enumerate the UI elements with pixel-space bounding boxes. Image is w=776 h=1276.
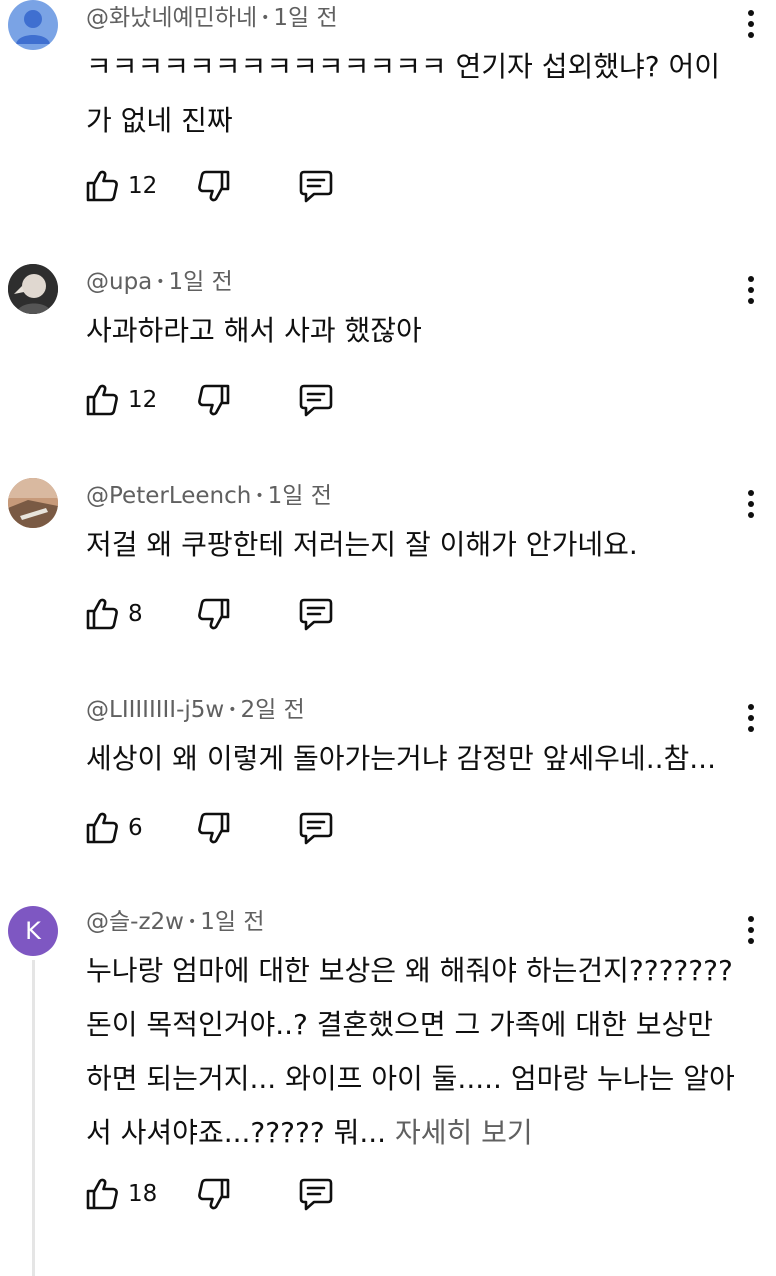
comment-text: 저걸 왜 쿠팡한테 저러는지 잘 이해가 안가네요. xyxy=(86,528,638,561)
read-more-link[interactable]: 자세히 보기 xyxy=(395,1116,533,1149)
like-button[interactable]: 12 xyxy=(84,168,158,204)
reply-icon xyxy=(298,382,334,418)
thumbs-down-icon xyxy=(196,810,232,846)
dislike-button[interactable] xyxy=(196,168,232,204)
comment-meta: @upa • 1일 전 xyxy=(86,267,233,300)
more-options-button[interactable] xyxy=(738,484,764,524)
comment-actions: 8 xyxy=(84,594,334,634)
comment-actions: 6 xyxy=(84,808,334,848)
like-button[interactable]: 6 xyxy=(84,810,158,846)
more-vert-icon xyxy=(748,276,754,282)
more-vert-icon xyxy=(748,10,754,16)
comment-actions: 12 xyxy=(84,380,334,420)
reply-icon xyxy=(298,168,334,204)
more-vert-icon xyxy=(748,704,754,710)
like-button[interactable]: 12 xyxy=(84,382,158,418)
comment-meta: @화났네예민하네 • 1일 전 xyxy=(86,3,338,36)
reply-icon xyxy=(298,596,334,632)
dislike-button[interactable] xyxy=(196,596,232,632)
reply-icon xyxy=(298,1176,334,1212)
thumbs-down-icon xyxy=(196,382,232,418)
dislike-button[interactable] xyxy=(196,810,232,846)
author-name[interactable]: @LIIIIIIII-j5w xyxy=(86,697,224,723)
thumbs-down-icon xyxy=(196,1176,232,1212)
separator-dot: • xyxy=(156,274,165,290)
reply-button[interactable] xyxy=(298,1176,334,1212)
landscape-photo xyxy=(8,478,58,528)
like-count: 12 xyxy=(128,387,158,413)
reply-button[interactable] xyxy=(298,596,334,632)
comment-meta: @LIIIIIIII-j5w • 2일 전 xyxy=(86,695,305,728)
thumbs-up-icon xyxy=(84,168,120,204)
thumbs-up-icon xyxy=(84,596,120,632)
dislike-button[interactable] xyxy=(196,1176,232,1212)
comment-actions: 18 xyxy=(84,1174,334,1214)
reply-button[interactable] xyxy=(298,382,334,418)
author-name[interactable]: @슬-z2w xyxy=(86,909,184,935)
like-count: 18 xyxy=(128,1181,158,1207)
comment-text: 사과하라고 해서 사과 했잖아 xyxy=(86,314,422,347)
profile-photo xyxy=(8,264,58,314)
comment-time: 1일 전 xyxy=(168,269,233,295)
comment-meta: @슬-z2w • 1일 전 xyxy=(86,907,265,940)
separator-dot: • xyxy=(261,10,270,26)
more-vert-icon xyxy=(748,916,754,922)
comment-text: 세상이 왜 이렇게 돌아가는거냐 감정만 앞세우네..참... xyxy=(86,742,716,775)
reply-button[interactable] xyxy=(298,168,334,204)
reply-button[interactable] xyxy=(298,810,334,846)
more-options-button[interactable] xyxy=(738,270,764,310)
avatar[interactable] xyxy=(8,264,58,314)
thumbs-up-icon xyxy=(84,810,120,846)
more-vert-icon xyxy=(748,490,754,496)
separator-dot: • xyxy=(187,914,197,930)
comment-time: 1일 전 xyxy=(267,483,332,509)
thumbs-down-icon xyxy=(196,596,232,632)
author-name[interactable]: @upa xyxy=(86,269,152,295)
more-options-button[interactable] xyxy=(738,910,764,950)
comment-time: 2일 전 xyxy=(240,697,305,723)
like-count: 6 xyxy=(128,815,143,841)
thumbs-down-icon xyxy=(196,168,232,204)
thumbs-up-icon xyxy=(84,382,120,418)
like-count: 8 xyxy=(128,601,143,627)
thumbs-up-icon xyxy=(84,1176,120,1212)
comment-meta: @PeterLeench • 1일 전 xyxy=(86,481,332,514)
like-button[interactable]: 18 xyxy=(84,1176,158,1212)
avatar[interactable]: K xyxy=(8,906,58,956)
like-button[interactable]: 8 xyxy=(84,596,158,632)
dislike-button[interactable] xyxy=(196,382,232,418)
more-options-button[interactable] xyxy=(738,4,764,44)
default-person-icon xyxy=(16,10,50,44)
comment-text: 누나랑 엄마에 대한 보상은 왜 해줘야 하는건지??????? 돈이 목적인거… xyxy=(86,944,736,1160)
reply-thread-line xyxy=(32,960,35,1276)
avatar[interactable] xyxy=(8,478,58,528)
author-name[interactable]: @화났네예민하네 xyxy=(86,5,257,31)
comment-text: ㅋㅋㅋㅋㅋㅋㅋㅋㅋㅋㅋㅋㅋㅋ 연기자 섭외했냐? 어이가 없네 진짜 xyxy=(86,50,721,137)
more-options-button[interactable] xyxy=(738,698,764,738)
reply-icon xyxy=(298,810,334,846)
comment-time: 1일 전 xyxy=(273,5,338,31)
separator-dot: • xyxy=(228,702,237,718)
avatar[interactable] xyxy=(8,0,58,50)
author-name[interactable]: @PeterLeench xyxy=(86,483,251,509)
separator-dot: • xyxy=(255,488,264,504)
comment-actions: 12 xyxy=(84,166,334,206)
avatar-letter: K xyxy=(25,917,41,945)
like-count: 12 xyxy=(128,173,158,199)
comment-time: 1일 전 xyxy=(200,909,265,935)
